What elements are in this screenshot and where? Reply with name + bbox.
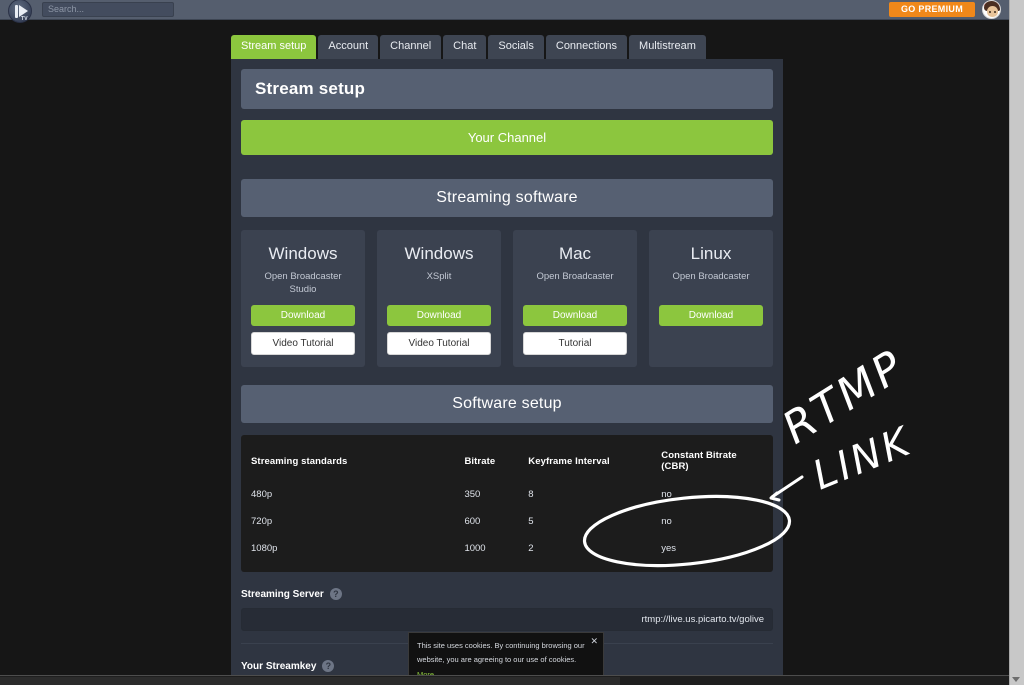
card-software-name: XSplit	[426, 271, 452, 282]
tab-connections[interactable]: Connections	[545, 35, 628, 59]
tab-socials[interactable]: Socials	[488, 35, 544, 59]
your-channel-button[interactable]: Your Channel	[241, 120, 773, 155]
streaming-server-label: Streaming Server	[241, 588, 324, 600]
avatar-eye-right	[994, 11, 996, 13]
cell-keyframe: 5	[528, 516, 534, 527]
download-button-windows-obs[interactable]: Download	[251, 305, 355, 326]
cell-bitrate: 600	[464, 516, 481, 527]
cell-standard: 720p	[251, 516, 273, 527]
cell-keyframe: 8	[528, 489, 534, 500]
card-os-name: Mac	[558, 244, 592, 263]
settings-column: Stream setup Account Channel Chat Social…	[231, 33, 783, 675]
column-header-bitrate: Bitrate	[464, 455, 496, 467]
streaming-server-label-row: Streaming Server ?	[241, 588, 773, 600]
vertical-scrollbar[interactable]	[1009, 0, 1024, 685]
column-header-cbr: Constant Bitrate (CBR)	[661, 450, 737, 472]
top-navbar: TV Search... GO PREMIUM	[0, 0, 1009, 23]
avatar-eye-left	[989, 11, 991, 13]
table-row: 720p 600 5 no	[241, 508, 773, 535]
table-row: 1080p 1000 2 yes	[241, 535, 773, 562]
cell-cbr: no	[661, 516, 672, 527]
card-software-name: Open Broadcaster	[672, 271, 750, 282]
page-title: Stream setup	[241, 69, 773, 109]
navbar-right-group: GO PREMIUM	[888, 0, 1009, 19]
tutorial-button-mac-obs[interactable]: Tutorial	[523, 332, 627, 355]
tab-stream-setup[interactable]: Stream setup	[231, 35, 317, 59]
download-button-linux-obs[interactable]: Download	[659, 305, 763, 326]
settings-panel: Stream setup Your Channel Streaming soft…	[231, 59, 783, 675]
cell-cbr: no	[661, 489, 672, 500]
cell-bitrate: 350	[464, 489, 481, 500]
question-mark-icon[interactable]: ?	[322, 660, 335, 672]
chevron-down-icon[interactable]	[1012, 677, 1020, 682]
table-header-row: Streaming standards Bitrate Keyframe Int…	[241, 441, 773, 481]
streaming-software-heading: Streaming software	[241, 179, 773, 217]
column-header-standards: Streaming standards	[251, 455, 348, 467]
tab-account[interactable]: Account	[318, 35, 379, 59]
card-os-name: Linux	[690, 244, 732, 263]
avatar[interactable]	[982, 0, 1001, 19]
go-premium-button[interactable]: GO PREMIUM	[888, 1, 975, 18]
software-setup-table: Streaming standards Bitrate Keyframe Int…	[241, 435, 773, 572]
horizontal-scrollbar[interactable]	[0, 675, 1009, 685]
tutorial-button-windows-xsplit[interactable]: Video Tutorial	[387, 332, 491, 355]
logo-bar	[15, 4, 18, 18]
tab-channel[interactable]: Channel	[380, 35, 442, 59]
logo-tv-text: TV	[21, 15, 28, 22]
tutorial-button-windows-obs[interactable]: Video Tutorial	[251, 332, 355, 355]
cookie-text-line2-text: website, you are agreeing to our use of …	[417, 655, 577, 665]
search-placeholder: Search...	[48, 4, 85, 14]
software-card-linux-obs: Linux Open Broadcaster Download	[649, 230, 773, 367]
software-setup-heading: Software setup	[241, 385, 773, 423]
content-area: Stream setup Account Channel Chat Social…	[0, 20, 1009, 675]
software-card-windows-xsplit: Windows XSplit Download Video Tutorial	[377, 230, 501, 367]
software-card-mac-obs: Mac Open Broadcaster Download Tutorial	[513, 230, 637, 367]
cell-bitrate: 1000	[464, 543, 486, 554]
cell-cbr: yes	[661, 543, 677, 554]
tab-multistream[interactable]: Multistream	[629, 35, 706, 59]
settings-tabs: Stream setup Account Channel Chat Social…	[231, 33, 783, 59]
cookie-text-line1: This site uses cookies. By continuing br…	[417, 641, 585, 650]
software-cards: Windows Open Broadcaster Studio Download…	[241, 230, 773, 367]
question-mark-icon[interactable]: ?	[329, 588, 342, 600]
download-button-mac-obs[interactable]: Download	[523, 305, 627, 326]
card-software-name: Open Broadcaster	[536, 271, 614, 282]
tab-chat[interactable]: Chat	[443, 35, 487, 59]
card-os-name: Windows	[268, 244, 338, 263]
picarto-stream-setup-page: TV Search... GO PREMIUM Stream setup Acc…	[0, 0, 1024, 685]
card-software-name: Open Broadcaster Studio	[264, 271, 342, 295]
cell-keyframe: 2	[528, 543, 534, 554]
horizontal-scrollbar-thumb[interactable]	[0, 677, 620, 685]
column-header-keyframe: Keyframe Interval	[528, 455, 610, 467]
software-card-windows-obs: Windows Open Broadcaster Studio Download…	[241, 230, 365, 367]
streaming-server-input[interactable]: rtmp://live.us.picarto.tv/golive	[241, 608, 773, 631]
close-icon[interactable]: ✕	[590, 637, 598, 646]
card-os-name: Windows	[404, 244, 474, 263]
cell-standard: 1080p	[251, 543, 278, 554]
table-row: 480p 350 8 no	[241, 481, 773, 508]
cookie-notice: ✕ This site uses cookies. By continuing …	[408, 632, 604, 679]
download-button-windows-xsplit[interactable]: Download	[387, 305, 491, 326]
search-input[interactable]: Search...	[42, 2, 174, 17]
picarto-logo-icon[interactable]: TV	[8, 0, 32, 23]
streaming-server-value: rtmp://live.us.picarto.tv/golive	[641, 614, 765, 625]
cell-standard: 480p	[251, 489, 273, 500]
streamkey-label: Your Streamkey	[241, 660, 317, 672]
